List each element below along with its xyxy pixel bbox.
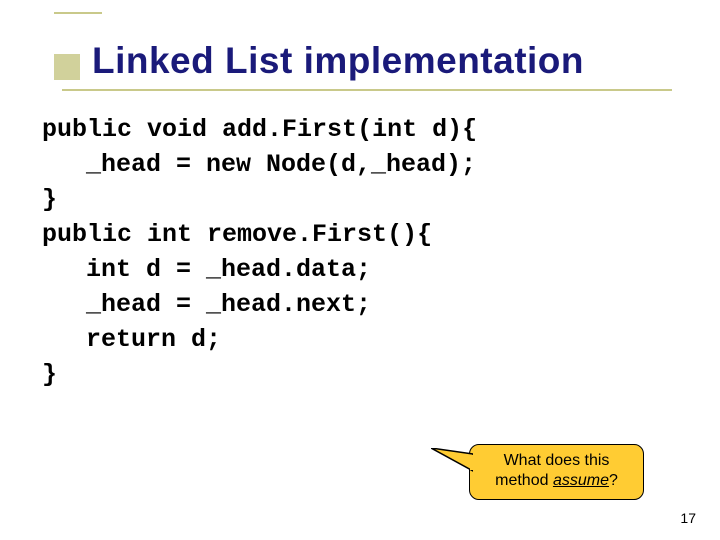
code-line-5: int d = _head.data; [86,255,371,284]
code-line-1-rest: (int d){ [357,115,477,144]
code-line-6: _head = _head.next; [86,290,371,319]
code-line-2: _head = new Node(d,_head); [86,150,476,179]
callout-tail-icon [431,448,473,474]
code-line-3: } [42,185,57,214]
code-line-7: return d; [86,325,221,354]
code-line-8: } [42,360,57,389]
page-number: 17 [680,510,696,526]
page-title: Linked List implementation [50,40,670,82]
code-line-4-rest: (){ [387,220,432,249]
code-line-4-method: remove.First [207,220,387,249]
callout: What does this method assume? [469,444,644,500]
callout-line2c: ? [609,472,618,489]
callout-box: What does this method assume? [469,444,644,500]
title-decor-square [54,54,80,80]
callout-line2a: method [495,472,553,489]
title-underline [62,89,672,91]
slide: Linked List implementation public void a… [0,0,720,540]
code-block: public void add.First(int d){ _head = ne… [42,112,670,392]
code-line-1-method: add.First [222,115,357,144]
title-block: Linked List implementation [50,40,670,82]
callout-assume: assume [553,472,609,489]
title-decor-line [54,12,102,14]
code-line-4-kw: public int [42,220,207,249]
code-line-1-kw: public void [42,115,222,144]
callout-line1: What does this [504,452,610,469]
